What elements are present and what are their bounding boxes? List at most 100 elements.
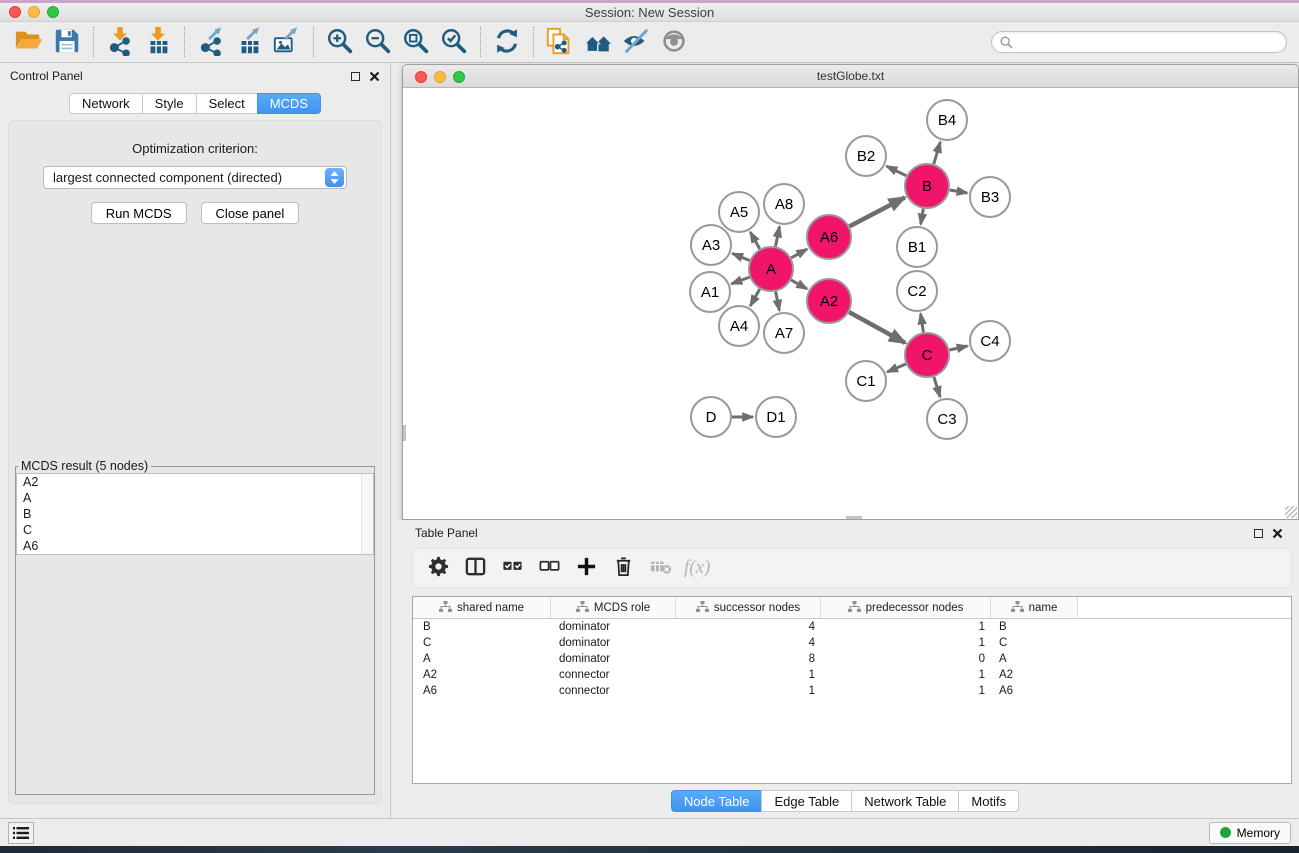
table-cell[interactable]: B (413, 621, 551, 633)
zoom-selected-button[interactable] (435, 23, 473, 61)
close-panel-button[interactable]: Close panel (201, 202, 300, 224)
graph-node-B[interactable]: B (905, 164, 949, 208)
table-row[interactable]: A2connector11A2 (413, 667, 1291, 683)
show-all-button[interactable] (655, 23, 693, 61)
mcds-result-list[interactable]: A2ABCA6 (16, 473, 374, 555)
graph-node-B3[interactable]: B3 (970, 177, 1010, 217)
graph-edge[interactable] (849, 198, 904, 227)
table-cell[interactable]: C (413, 637, 551, 649)
import-table-button[interactable] (139, 23, 177, 61)
table-cell[interactable]: dominator (551, 653, 676, 665)
save-session-button[interactable] (48, 23, 86, 61)
graph-edge[interactable] (950, 190, 968, 193)
graph-node-A8[interactable]: A8 (764, 184, 804, 224)
run-mcds-button[interactable]: Run MCDS (91, 202, 187, 224)
import-network-button[interactable] (101, 23, 139, 61)
column-header-shared-name[interactable]: shared name (413, 597, 551, 618)
table-cell[interactable]: B (991, 621, 1078, 633)
result-list-item[interactable]: B (17, 506, 373, 522)
tab-mcds[interactable]: MCDS (257, 93, 321, 114)
criterion-select[interactable]: largest connected component (directed) (43, 166, 347, 189)
table-cell[interactable]: A6 (413, 685, 551, 697)
table-cell[interactable]: connector (551, 669, 676, 681)
table-cell[interactable]: dominator (551, 621, 676, 633)
horizontal-scroll-indicator[interactable] (846, 516, 862, 519)
column-visibility-button[interactable] (460, 552, 490, 584)
table-cell[interactable]: connector (551, 685, 676, 697)
table-cell[interactable]: 1 (676, 685, 821, 697)
graph-node-D1[interactable]: D1 (756, 397, 796, 437)
graph-edge[interactable] (791, 249, 807, 258)
select-all-button[interactable] (497, 552, 527, 584)
tab-edge-table[interactable]: Edge Table (761, 790, 852, 812)
tab-network[interactable]: Network (69, 93, 143, 114)
graph-edge[interactable] (934, 142, 941, 164)
graph-node-A1[interactable]: A1 (690, 272, 730, 312)
graph-node-B4[interactable]: B4 (927, 100, 967, 140)
export-image-button[interactable] (268, 23, 306, 61)
table-cell[interactable]: 4 (676, 621, 821, 633)
hide-selected-button[interactable] (617, 23, 655, 61)
tab-select[interactable]: Select (196, 93, 258, 114)
search-field[interactable] (991, 31, 1287, 53)
export-network-button[interactable] (192, 23, 230, 61)
open-file-button[interactable] (10, 23, 48, 61)
graph-node-A5[interactable]: A5 (719, 192, 759, 232)
float-panel-icon[interactable] (351, 72, 360, 81)
float-table-panel-icon[interactable] (1254, 529, 1263, 538)
tab-style[interactable]: Style (142, 93, 197, 114)
memory-button[interactable]: Memory (1209, 822, 1291, 844)
tab-network-table[interactable]: Network Table (851, 790, 959, 812)
minimize-window-button[interactable] (28, 6, 40, 18)
result-list-item[interactable]: A (17, 490, 373, 506)
search-input[interactable] (1018, 35, 1278, 49)
table-cell[interactable]: 1 (821, 621, 991, 633)
table-cell[interactable]: 4 (676, 637, 821, 649)
graph-node-B1[interactable]: B1 (897, 227, 937, 267)
table-cell[interactable]: A (413, 653, 551, 665)
table-cell[interactable]: 1 (676, 669, 821, 681)
result-list-scrollbar[interactable] (361, 474, 373, 554)
graph-node-A2[interactable]: A2 (807, 279, 851, 323)
graph-edge[interactable] (776, 227, 780, 247)
table-cell[interactable]: 0 (821, 653, 991, 665)
graph-edge[interactable] (849, 312, 905, 343)
zoom-fit-button[interactable] (397, 23, 435, 61)
table-cell[interactable]: A2 (413, 669, 551, 681)
graph-edge[interactable] (750, 289, 759, 306)
export-table-button[interactable] (230, 23, 268, 61)
deselect-all-button[interactable] (534, 552, 564, 584)
close-window-button[interactable] (9, 6, 21, 18)
close-table-panel-icon[interactable] (1272, 528, 1283, 539)
result-list-item[interactable]: A6 (17, 538, 373, 554)
zoom-out-button[interactable] (359, 23, 397, 61)
resize-grip[interactable] (1285, 506, 1297, 518)
graph-edge[interactable] (732, 254, 749, 261)
network-graph[interactable]: B4B2BB3A8A5A6B1A3AA1C2A2A4A7C4CC1C3DD1 (403, 88, 1299, 519)
graph-edge[interactable] (791, 280, 807, 289)
add-column-button[interactable] (571, 552, 601, 584)
tab-node-table[interactable]: Node Table (671, 790, 763, 812)
graph-node-A4[interactable]: A4 (719, 306, 759, 346)
graph-node-B2[interactable]: B2 (846, 136, 886, 176)
graph-node-C4[interactable]: C4 (970, 321, 1010, 361)
graph-node-C[interactable]: C (905, 333, 949, 377)
column-header-MCDS-role[interactable]: MCDS role (551, 597, 676, 618)
table-row[interactable]: A6connector11A6 (413, 683, 1291, 699)
apply-layout-button[interactable] (488, 23, 526, 61)
zoom-in-button[interactable] (321, 23, 359, 61)
graph-node-A7[interactable]: A7 (764, 313, 804, 353)
table-cell[interactable]: 1 (821, 637, 991, 649)
table-row[interactable]: Cdominator41C (413, 635, 1291, 651)
network-canvas[interactable]: B4B2BB3A8A5A6B1A3AA1C2A2A4A7C4CC1C3DD1 (403, 88, 1298, 519)
graph-node-C3[interactable]: C3 (927, 399, 967, 439)
graph-edge[interactable] (776, 292, 780, 311)
column-header-name[interactable]: name (991, 597, 1078, 618)
task-history-button[interactable] (8, 822, 34, 844)
table-row[interactable]: Adominator80A (413, 651, 1291, 667)
graph-node-A6[interactable]: A6 (807, 215, 851, 259)
result-list-item[interactable]: A2 (17, 474, 373, 490)
network-minimize-button[interactable] (434, 71, 446, 83)
settings-gear-button[interactable] (423, 552, 453, 584)
delete-column-button[interactable] (608, 552, 638, 584)
